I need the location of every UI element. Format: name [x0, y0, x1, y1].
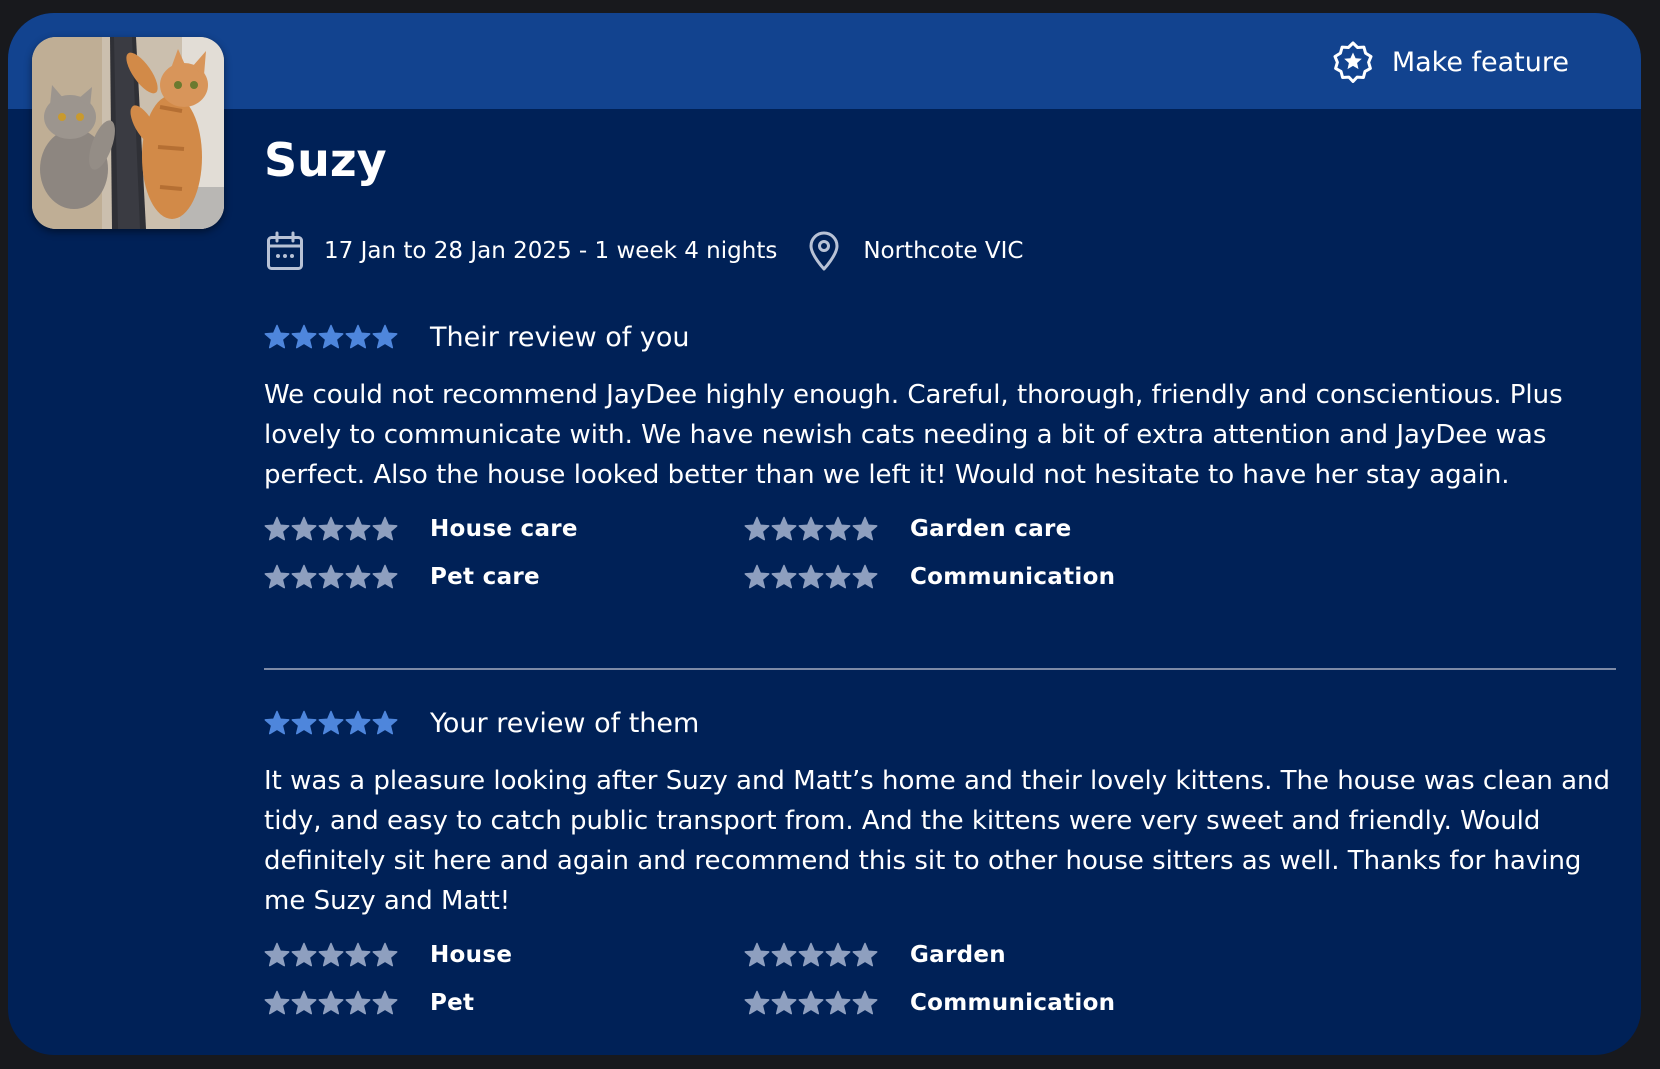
stay-dates: 17 Jan to 28 Jan 2025 - 1 week 4 nights	[324, 238, 778, 264]
star-icon	[852, 990, 878, 1015]
overall-rating-stars	[264, 710, 398, 736]
star-icon	[825, 942, 851, 967]
overall-rating-stars	[264, 324, 398, 350]
category-label: Communication	[910, 990, 1116, 1016]
star-icon	[825, 516, 851, 541]
listing-meta: 17 Jan to 28 Jan 2025 - 1 week 4 nights …	[266, 231, 1023, 271]
star-icon	[318, 990, 344, 1015]
category-stars	[264, 942, 398, 968]
your-review-section: Your review of them It was a pleasure lo…	[264, 703, 1624, 1023]
category-stars	[744, 990, 878, 1016]
star-icon	[852, 564, 878, 589]
star-icon	[744, 564, 770, 589]
star-icon	[825, 564, 851, 589]
category-stars	[264, 990, 398, 1016]
star-icon	[264, 710, 290, 735]
star-icon	[744, 516, 770, 541]
star-icon	[291, 516, 317, 541]
star-icon	[291, 564, 317, 589]
star-icon	[291, 990, 317, 1015]
star-icon	[345, 942, 371, 967]
category-label: House care	[430, 516, 578, 542]
star-icon	[852, 516, 878, 541]
star-icon	[264, 942, 290, 967]
category-stars	[744, 564, 878, 590]
star-icon	[318, 942, 344, 967]
category-rating: House	[264, 935, 744, 975]
star-icon	[345, 564, 371, 589]
star-icon	[264, 990, 290, 1015]
star-icon	[825, 990, 851, 1015]
category-rating: Pet care	[264, 557, 744, 597]
map-pin-icon	[807, 231, 841, 271]
category-stars	[744, 516, 878, 542]
their-review-text: We could not recommend JayDee highly eno…	[264, 380, 1563, 490]
star-icon	[372, 990, 398, 1015]
star-icon	[852, 942, 878, 967]
star-icon	[744, 942, 770, 967]
star-icon	[345, 710, 371, 735]
star-icon	[798, 942, 824, 967]
your-review-categories: House Garden Pet Communication	[264, 935, 1624, 1023]
star-icon	[345, 516, 371, 541]
star-icon	[798, 564, 824, 589]
make-feature-label: Make feature	[1391, 46, 1569, 78]
calendar-icon	[266, 231, 304, 271]
review-card: Make feature Suzy 17 Jan to 28 Jan 2025 …	[8, 13, 1641, 1055]
star-icon	[318, 710, 344, 735]
category-rating: Garden care	[744, 509, 1224, 549]
category-label: Pet care	[430, 564, 540, 590]
star-icon	[291, 942, 317, 967]
star-icon	[264, 564, 290, 589]
listing-location: Northcote VIC	[863, 238, 1024, 264]
star-icon	[291, 710, 317, 735]
star-icon	[771, 564, 797, 589]
star-icon	[318, 324, 344, 349]
star-icon	[372, 324, 398, 349]
category-rating: Pet	[264, 983, 744, 1023]
category-rating: Communication	[744, 983, 1224, 1023]
star-icon	[372, 942, 398, 967]
star-icon	[264, 324, 290, 349]
your-review-heading: Your review of them	[430, 707, 700, 739]
category-rating: Communication	[744, 557, 1224, 597]
star-icon	[345, 324, 371, 349]
star-icon	[318, 564, 344, 589]
star-icon	[771, 990, 797, 1015]
category-label: Communication	[910, 564, 1116, 590]
category-rating: House care	[264, 509, 744, 549]
star-icon	[372, 710, 398, 735]
star-icon	[291, 324, 317, 349]
star-icon	[264, 516, 290, 541]
category-label: Pet	[430, 990, 475, 1016]
listing-name: Suzy	[264, 133, 387, 187]
category-stars	[744, 942, 878, 968]
category-stars	[264, 564, 398, 590]
star-icon	[798, 990, 824, 1015]
card-header: Make feature	[8, 13, 1641, 109]
category-label: Garden care	[910, 516, 1072, 542]
their-review-categories: House care Garden care Pet care Communic…	[264, 509, 1624, 597]
their-review-heading: Their review of you	[430, 321, 690, 353]
category-label: Garden	[910, 942, 1006, 968]
their-review-section: Their review of you We could not recomme…	[264, 317, 1624, 597]
category-stars	[264, 516, 398, 542]
star-icon	[345, 990, 371, 1015]
your-review-text: It was a pleasure looking after Suzy and…	[264, 766, 1611, 916]
star-icon	[372, 516, 398, 541]
category-label: House	[430, 942, 513, 968]
badge-star-icon	[1332, 41, 1374, 83]
star-icon	[744, 990, 770, 1015]
star-icon	[771, 516, 797, 541]
star-icon	[318, 516, 344, 541]
category-rating: Garden	[744, 935, 1224, 975]
star-icon	[771, 942, 797, 967]
star-icon	[372, 564, 398, 589]
make-feature-button[interactable]: Make feature	[1332, 39, 1569, 85]
star-icon	[798, 516, 824, 541]
listing-photo	[32, 37, 224, 229]
section-divider	[264, 668, 1616, 670]
